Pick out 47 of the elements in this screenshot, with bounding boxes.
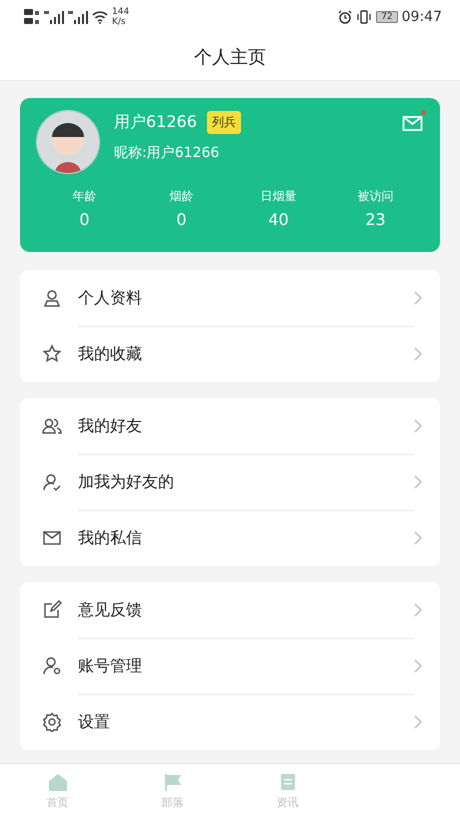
chevron-icon — [414, 419, 422, 433]
chevron-icon — [414, 715, 422, 729]
account-icon — [42, 656, 62, 676]
page-title: 个人主页 — [194, 46, 266, 69]
sim-icon — [24, 8, 40, 26]
person-icon — [42, 288, 62, 308]
user-name: 用户61266 — [114, 112, 197, 133]
battery-level: 72 — [376, 11, 398, 23]
nickname: 昵称:用户61266 — [114, 144, 220, 162]
chevron-icon — [414, 475, 422, 489]
friends-icon — [42, 416, 62, 436]
chevron-icon — [414, 659, 422, 673]
signal-icon — [44, 10, 64, 24]
menu-item[interactable]: 我的好友 — [42, 398, 422, 454]
stat-value: 0 — [176, 210, 187, 229]
vibrate-icon — [356, 10, 372, 24]
stat-label: 被访问 — [358, 188, 394, 205]
stat-label: 日烟量 — [260, 188, 296, 205]
rank-badge: 列兵 — [206, 111, 241, 134]
speed-unit: K/s — [112, 17, 127, 27]
stat-value: 0 — [79, 210, 90, 229]
network-speed: 144 — [112, 7, 130, 17]
person-check-icon — [42, 472, 62, 492]
stat-value: 40 — [268, 210, 289, 229]
flag-icon — [162, 772, 182, 790]
home-icon — [48, 772, 68, 790]
star-icon — [42, 344, 62, 364]
chevron-icon — [414, 603, 422, 617]
menu-label: 意见反馈 — [78, 598, 143, 620]
chevron-icon — [414, 531, 422, 545]
wifi-icon — [92, 10, 108, 24]
signal-icon — [68, 10, 88, 24]
menu-label: 我的好友 — [78, 414, 143, 436]
edit-icon — [42, 600, 62, 620]
chevron-icon — [414, 291, 422, 305]
clock-time: 09:47 — [402, 9, 442, 25]
menu-item[interactable]: 意见反馈 — [42, 582, 422, 638]
menu-label: 个人资料 — [78, 286, 143, 308]
alarm-icon — [338, 10, 352, 24]
avatar — [36, 110, 100, 174]
stat-label: 年龄 — [72, 188, 96, 205]
mail-icon[interactable] — [402, 114, 424, 132]
stat-value: 23 — [365, 210, 386, 229]
chevron-icon — [414, 347, 422, 361]
gear-icon — [42, 712, 62, 732]
stat-label: 烟龄 — [170, 188, 194, 205]
menu-item[interactable]: 个人资料 — [42, 270, 422, 326]
